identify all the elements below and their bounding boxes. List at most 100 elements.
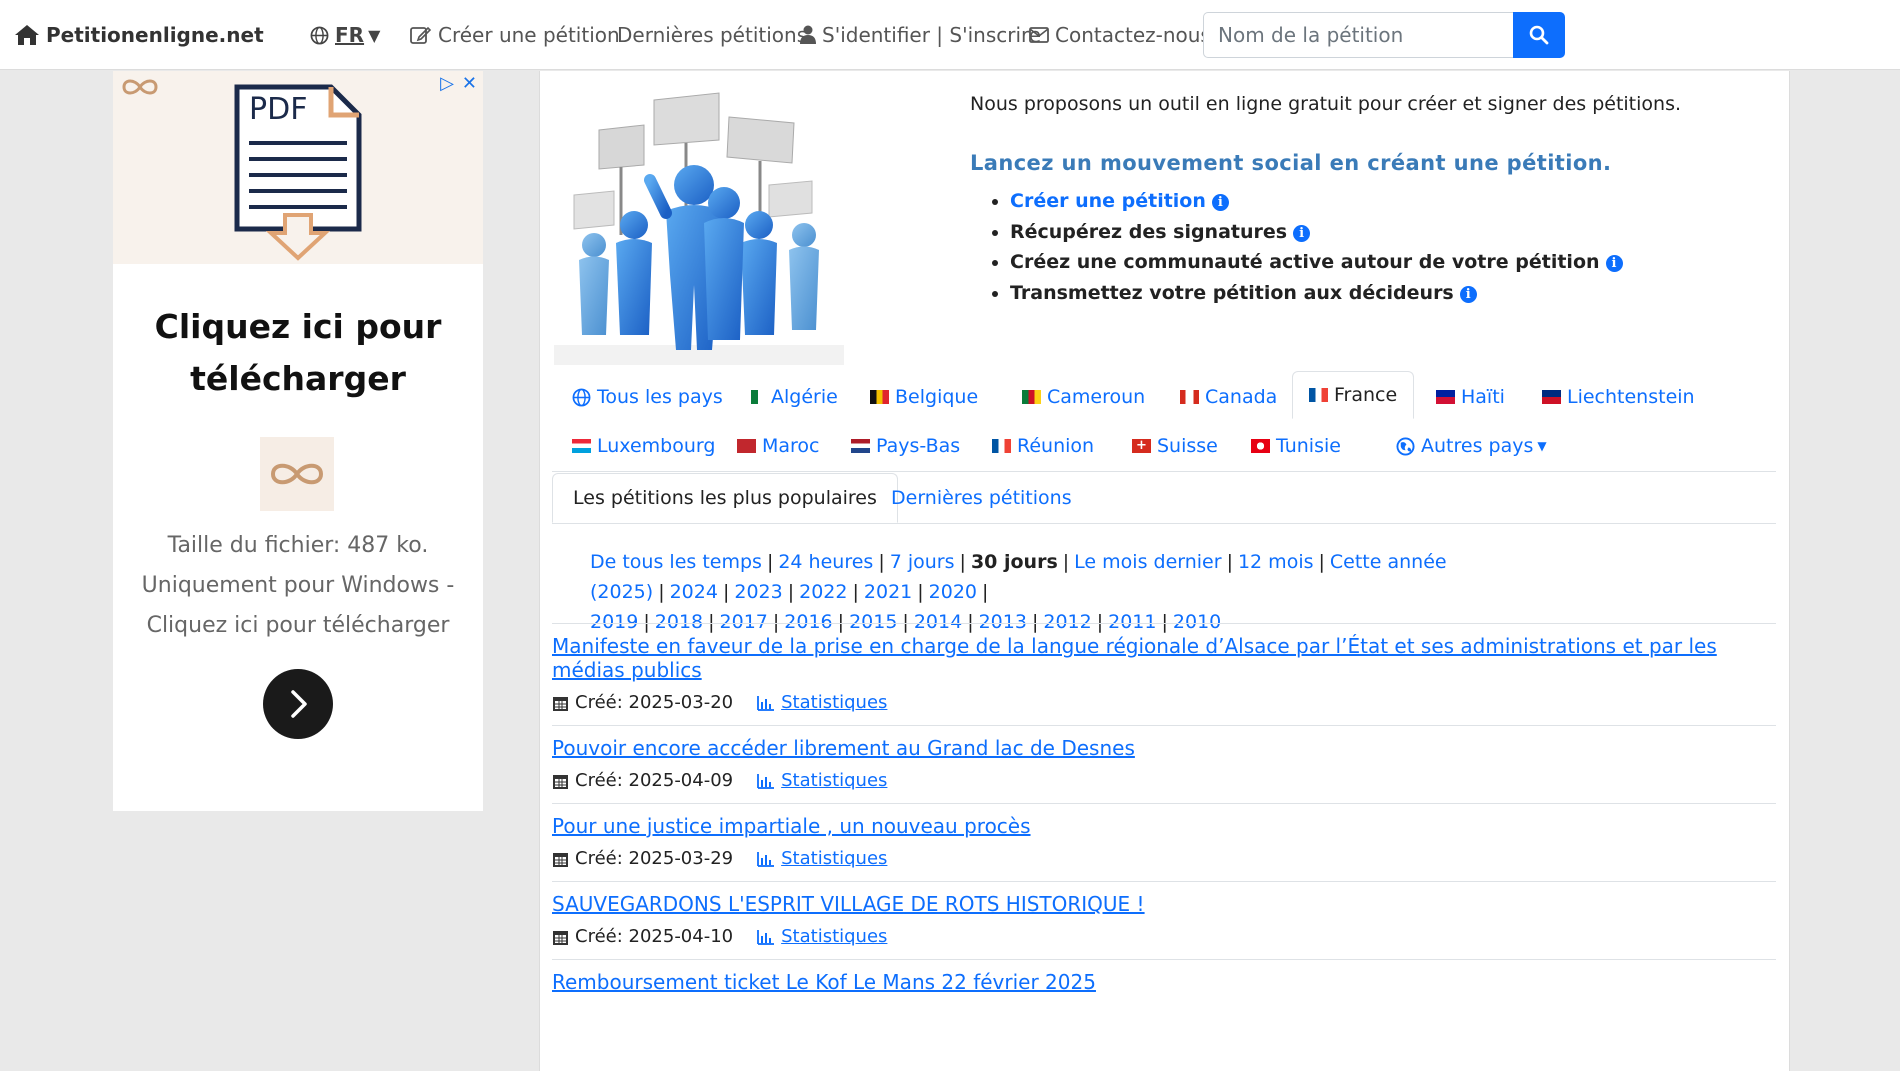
info-icon[interactable]: i (1459, 285, 1477, 303)
tab-label: Maroc (762, 435, 820, 457)
ad-desc-line2: Uniquement pour Windows - (141, 573, 455, 598)
tab-haiti[interactable]: Haïti (1436, 373, 1505, 421)
tab-label: Suisse (1157, 435, 1218, 457)
ad-headline-line1: Cliquez ici pour (154, 307, 442, 346)
user-icon (800, 25, 816, 44)
tab-france[interactable]: France (1292, 371, 1415, 419)
ad-go-button[interactable] (263, 669, 333, 739)
chevron-right-icon (291, 690, 307, 718)
flag-pays-bas-icon (851, 439, 870, 453)
tab-algerie[interactable]: Algérie (751, 373, 838, 421)
pdf-document-icon: PDF (234, 84, 362, 261)
tab-belgique[interactable]: Belgique (870, 373, 978, 421)
tab-cameroun[interactable]: Cameroun (1022, 373, 1145, 421)
advertisement[interactable]: ▷ ✕ PDF Cliquez ici pour télécharger Tai… (113, 71, 483, 811)
nav-contact-label: Contactez-nous (1055, 23, 1211, 47)
period-7d[interactable]: 7 jours (890, 551, 955, 573)
ad-small-logo (260, 437, 334, 511)
tab-all-countries[interactable]: Tous les pays (572, 373, 723, 421)
petition-stats-link[interactable]: Statistiques (757, 926, 887, 947)
calendar-icon (553, 696, 568, 711)
search-input[interactable] (1203, 12, 1513, 58)
period-last-month[interactable]: Le mois dernier (1074, 551, 1221, 573)
nav-latest-petitions[interactable]: Dernières pétitions (617, 0, 807, 70)
nav-login[interactable]: S'identifier | S'inscrire (800, 0, 1041, 70)
home-icon (15, 25, 39, 45)
tab-label: Algérie (771, 386, 838, 408)
petition-row: Pour une justice impartiale , un nouveau… (552, 803, 1776, 881)
bar-chart-icon (757, 695, 775, 711)
tab-luxembourg[interactable]: Luxembourg (572, 422, 715, 470)
petition-row: SAUVEGARDONS L'ESPRIT VILLAGE DE ROTS HI… (552, 881, 1776, 959)
create-petition-link[interactable]: Créer une pétition (1010, 190, 1206, 212)
ad-banner-image[interactable]: ▷ ✕ PDF (113, 71, 483, 264)
tab-reunion[interactable]: Réunion (992, 422, 1094, 470)
tab-label: Autres pays (1421, 435, 1534, 457)
petition-stats-link[interactable]: Statistiques (757, 770, 887, 791)
tab-canada[interactable]: Canada (1180, 373, 1277, 421)
tab-label: Cameroun (1047, 386, 1146, 408)
tab-tunisie[interactable]: Tunisie (1251, 422, 1341, 470)
petition-row: Pouvoir encore accéder librement au Gran… (552, 725, 1776, 803)
info-icon[interactable]: i (1211, 194, 1229, 211)
language-selector[interactable]: FR ▼ (310, 0, 380, 70)
ad-headline-line2: télécharger (190, 359, 406, 398)
ad-headline[interactable]: Cliquez ici pour télécharger (113, 301, 483, 405)
petition-title-link[interactable]: Remboursement ticket Le Kof Le Mans 22 f… (552, 970, 1776, 994)
petition-created-date: Créé: 2025-04-10 (575, 926, 734, 947)
edit-icon (410, 26, 432, 44)
ad-desc-line1: Taille du fichier: 487 ko. (167, 533, 429, 558)
period-24h[interactable]: 24 heures (778, 551, 873, 573)
period-year-2023[interactable]: 2023 (734, 581, 782, 603)
tab-liechtenstein[interactable]: Liechtenstein (1542, 373, 1695, 421)
petition-stats-link[interactable]: Statistiques (757, 848, 887, 869)
caret-down-icon: ▼ (368, 25, 381, 45)
tab-autres-pays-dropdown[interactable]: Autres pays ▼ (1396, 422, 1547, 470)
period-12m[interactable]: 12 mois (1238, 551, 1314, 573)
petition-created-date: Créé: 2025-03-29 (575, 848, 734, 869)
info-icon[interactable]: i (1293, 224, 1311, 242)
ad-close-icon[interactable]: ✕ (462, 73, 477, 94)
nav-contact[interactable]: Contactez-nous (1029, 0, 1211, 70)
pdf-label: PDF (249, 92, 307, 127)
infinity-icon (270, 463, 324, 485)
petition-title-link[interactable]: Pour une justice impartiale , un nouveau… (552, 814, 1776, 838)
petition-stats-link[interactable]: Statistiques (757, 692, 887, 713)
brand-link[interactable]: Petitionenligne.net (14, 0, 264, 70)
period-all-time[interactable]: De tous les temps (590, 551, 762, 573)
period-year-2021[interactable]: 2021 (864, 581, 912, 603)
period-year-2022[interactable]: 2022 (799, 581, 847, 603)
tab-latest-petitions[interactable]: Dernières pétitions (891, 473, 1072, 523)
petition-created-date: Créé: 2025-03-20 (575, 692, 734, 713)
search-form (1203, 12, 1565, 58)
petition-created-date: Créé: 2025-04-09 (575, 770, 734, 791)
calendar-icon (553, 774, 568, 789)
globe-icon (310, 26, 329, 44)
tab-label: Tunisie (1276, 435, 1341, 457)
flag-cameroun-icon (1022, 390, 1041, 404)
flag-tunisie-icon (1251, 439, 1270, 453)
feature-text: Transmettez votre pétition aux décideurs (1010, 281, 1454, 304)
stats-label: Statistiques (781, 770, 888, 791)
petition-title-link[interactable]: SAUVEGARDONS L'ESPRIT VILLAGE DE ROTS HI… (552, 892, 1776, 916)
tab-label: Liechtenstein (1567, 386, 1695, 408)
flag-liechtenstein-icon (1542, 390, 1561, 404)
petition-title-link[interactable]: Pouvoir encore accéder librement au Gran… (552, 736, 1776, 760)
search-icon (1529, 25, 1549, 45)
tab-maroc[interactable]: Maroc (737, 422, 820, 470)
info-icon[interactable]: i (1605, 255, 1623, 272)
tab-most-popular[interactable]: Les pétitions les plus populaires (552, 473, 898, 523)
petition-list: Manifeste en faveur de la prise en charg… (552, 623, 1776, 1006)
adchoices-icon[interactable]: ▷ (440, 73, 454, 94)
period-year-2024[interactable]: 2024 (670, 581, 718, 603)
petition-title-link[interactable]: Manifeste en faveur de la prise en charg… (552, 634, 1776, 682)
petition-meta: Créé: 2025-03-20 Statistiques (552, 692, 1776, 713)
tab-suisse[interactable]: + Suisse (1132, 422, 1218, 470)
caret-down-icon: ▼ (1537, 439, 1547, 453)
main-content: Nous proposons un outil en ligne gratuit… (539, 71, 1790, 1071)
period-year-2020[interactable]: 2020 (929, 581, 977, 603)
ad-controls: ▷ ✕ (440, 73, 477, 94)
search-button[interactable] (1513, 12, 1565, 58)
tab-pays-bas[interactable]: Pays-Bas (851, 422, 960, 470)
nav-create-petition[interactable]: Créer une pétition (410, 0, 620, 70)
